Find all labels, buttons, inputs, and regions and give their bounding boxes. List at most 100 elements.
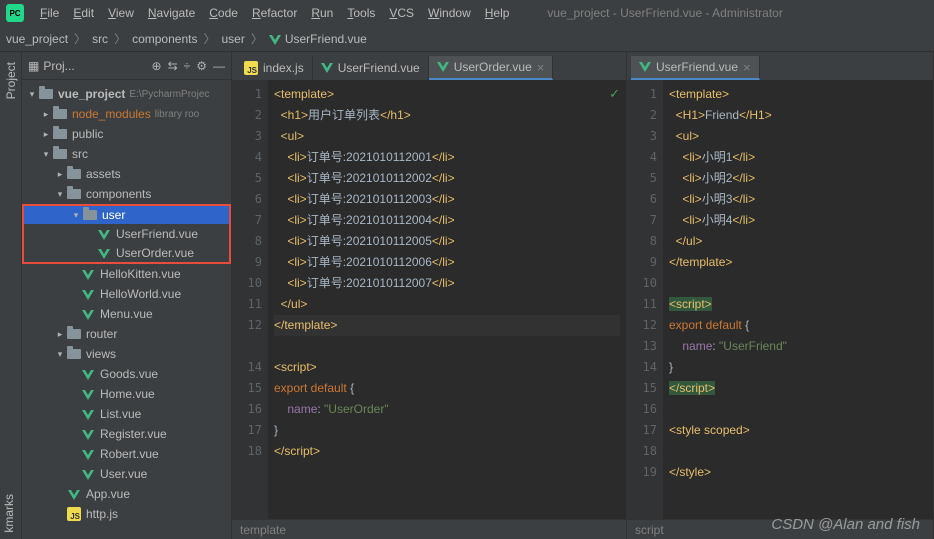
chevron-icon[interactable]: ▾: [54, 189, 66, 200]
hide-icon[interactable]: —: [213, 59, 225, 73]
project-toolwindow-button[interactable]: Project: [2, 56, 20, 105]
tree-item[interactable]: Register.vue: [22, 424, 231, 444]
tree-item[interactable]: Menu.vue: [22, 304, 231, 324]
chevron-icon[interactable]: ▾: [54, 349, 66, 360]
tree-label: List.vue: [100, 407, 141, 421]
file-icon: [80, 388, 96, 400]
tree-item[interactable]: ▾components: [22, 184, 231, 204]
tree-item[interactable]: ▾ user: [22, 204, 231, 224]
tree-item[interactable]: ▸ public: [22, 124, 231, 144]
sidebar-title: Proj...: [43, 59, 74, 73]
tree-item[interactable]: Home.vue: [22, 384, 231, 404]
file-icon: [96, 247, 112, 259]
tree-item[interactable]: HelloKitten.vue: [22, 264, 231, 284]
code-editor[interactable]: 123456789101112 1415161718 <template> <h…: [232, 80, 626, 519]
tree-item[interactable]: List.vue: [22, 404, 231, 424]
bookmarks-toolwindow-button[interactable]: kmarks: [0, 488, 18, 539]
menu-tools[interactable]: Tools: [341, 4, 381, 22]
gutter: 12345678910111213141516171819: [627, 80, 663, 519]
chevron-icon[interactable]: ▸: [54, 329, 66, 340]
project-icon: ▦: [28, 59, 39, 73]
tree-label: Register.vue: [100, 427, 167, 441]
breadcrumb-item[interactable]: user: [221, 32, 244, 46]
chevron-icon[interactable]: ▸: [54, 169, 66, 180]
editor-tab[interactable]: UserFriend.vue: [313, 56, 429, 80]
file-icon: [80, 408, 96, 420]
vue-icon: [639, 60, 651, 75]
tree-item[interactable]: ▾ views: [22, 344, 231, 364]
tree-item[interactable]: UserFriend.vue: [22, 224, 231, 244]
tree-item[interactable]: ▸node_moduleslibrary roo: [22, 104, 231, 124]
chevron-icon[interactable]: ▸: [40, 129, 52, 140]
breadcrumb-item[interactable]: UserFriend.vue: [285, 32, 367, 46]
chevron-icon[interactable]: ▾: [26, 89, 38, 100]
file-icon: [66, 488, 82, 500]
menu-help[interactable]: Help: [479, 4, 516, 22]
chevron-icon[interactable]: ▾: [70, 210, 82, 221]
editor-split-left: JS index.js UserFriend.vue UserOrder.vue× 1…: [232, 52, 627, 539]
menu-vcs[interactable]: VCS: [383, 4, 420, 22]
tree-item[interactable]: HelloWorld.vue: [22, 284, 231, 304]
gear-icon[interactable]: ⚙: [196, 59, 207, 73]
menu-window[interactable]: Window: [422, 4, 477, 22]
tree-item[interactable]: ▸router: [22, 324, 231, 344]
tree-item[interactable]: ▸assets: [22, 164, 231, 184]
file-icon: [66, 349, 82, 359]
menu-file[interactable]: File: [34, 4, 65, 22]
tree-item[interactable]: App.vue: [22, 484, 231, 504]
tree-label: user: [102, 208, 125, 222]
chevron-icon[interactable]: ▸: [40, 109, 52, 120]
file-icon: [80, 368, 96, 380]
tab-label: UserFriend.vue: [656, 60, 738, 74]
tree-item[interactable]: User.vue: [22, 464, 231, 484]
tab-label: UserFriend.vue: [338, 61, 420, 75]
tree-item[interactable]: ▾src: [22, 144, 231, 164]
breadcrumb-item[interactable]: components: [132, 32, 197, 46]
tree-label: Goods.vue: [100, 367, 158, 381]
menu-refactor[interactable]: Refactor: [246, 4, 303, 22]
tree-item[interactable]: Goods.vue: [22, 364, 231, 384]
tree-item[interactable]: UserOrder.vue: [22, 244, 231, 264]
vue-icon: [437, 60, 449, 75]
tree-label: views: [86, 347, 116, 361]
tree-item[interactable]: JShttp.js: [22, 504, 231, 524]
menu-view[interactable]: View: [102, 4, 140, 22]
editor-tab[interactable]: JS index.js: [236, 56, 313, 80]
file-icon: [66, 329, 82, 339]
tree-label: node_modules: [72, 107, 151, 121]
tree-label: Menu.vue: [100, 307, 153, 321]
breadcrumb-item[interactable]: vue_project: [6, 32, 68, 46]
code-editor[interactable]: 12345678910111213141516171819 <template>…: [627, 80, 933, 519]
gutter: 123456789101112 1415161718: [232, 80, 268, 519]
tree-item[interactable]: Robert.vue: [22, 444, 231, 464]
editor-area: JS index.js UserFriend.vue UserOrder.vue× 1…: [232, 52, 934, 539]
locate-icon[interactable]: ⊕: [152, 59, 162, 73]
chevron-right-icon: 〉: [114, 30, 126, 47]
tab-label: index.js: [263, 61, 304, 75]
menu-edit[interactable]: Edit: [67, 4, 100, 22]
close-icon[interactable]: ×: [537, 60, 545, 75]
project-tree[interactable]: ▾vue_projectE:\PycharmProjec ▸ node_module…: [22, 80, 231, 539]
close-icon[interactable]: ×: [743, 60, 751, 75]
collapse-icon[interactable]: ÷: [184, 59, 191, 73]
code-text[interactable]: <template> <h1>用户订单列表</h1> <ul> <li>订单号:…: [268, 80, 626, 519]
tree-label: Robert.vue: [100, 447, 159, 461]
editor-tab[interactable]: UserFriend.vue ×: [631, 56, 760, 80]
watermark: CSDN @Alan and fish: [771, 516, 920, 533]
expand-icon[interactable]: ⇆: [168, 59, 178, 73]
chevron-icon[interactable]: ▾: [40, 149, 52, 160]
file-icon: [80, 288, 96, 300]
menu-code[interactable]: Code: [203, 4, 244, 22]
tree-item[interactable]: ▾vue_projectE:\PycharmProjec: [22, 84, 231, 104]
tree-label: HelloWorld.vue: [100, 287, 181, 301]
js-icon: JS: [244, 61, 258, 76]
file-icon: JS: [66, 507, 82, 521]
menubar: PC FileEditViewNavigateCodeRefactorRunTo…: [0, 0, 934, 26]
code-text[interactable]: <template> <H1>Friend</H1> <ul> <li>小明1<…: [663, 80, 933, 519]
menu-navigate[interactable]: Navigate: [142, 4, 201, 22]
breadcrumb-item[interactable]: src: [92, 32, 108, 46]
editor-tab[interactable]: UserOrder.vue×: [429, 56, 554, 80]
file-icon: [66, 189, 82, 199]
tree-label: public: [72, 127, 103, 141]
menu-run[interactable]: Run: [305, 4, 339, 22]
